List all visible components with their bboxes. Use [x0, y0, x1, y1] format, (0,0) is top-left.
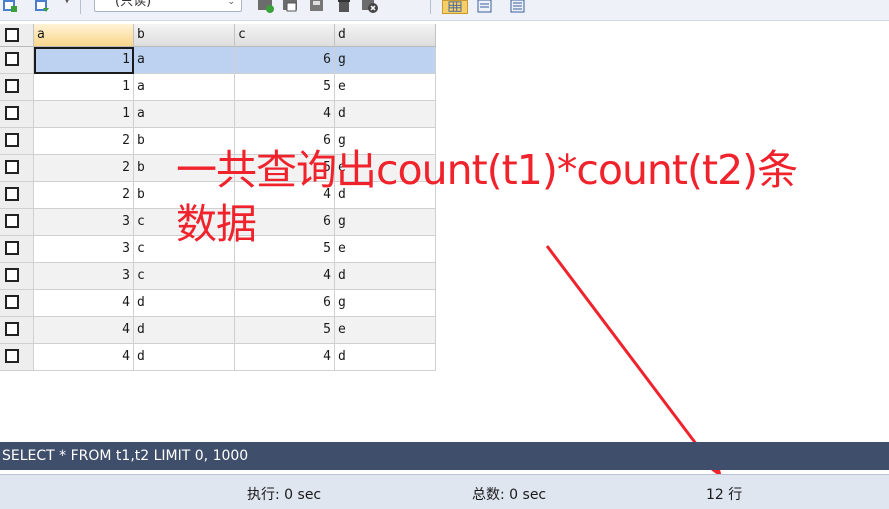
status-bar: 执行: 0 sec 总数: 0 sec 12 行 — [0, 474, 889, 509]
total-time-label: 总数: 0 sec — [472, 487, 547, 503]
exec-time-label: 执行: 0 sec — [247, 487, 322, 503]
annotation-arrow — [545, 245, 722, 478]
row-count-label: 12 行 — [706, 487, 743, 503]
query-info-bar: SELECT * FROM t1,t2 LIMIT 0, 1000 — [0, 442, 889, 470]
executed-query-text: SELECT * FROM t1,t2 LIMIT 0, 1000 — [2, 448, 249, 464]
annotation-arrow-line — [545, 245, 714, 466]
